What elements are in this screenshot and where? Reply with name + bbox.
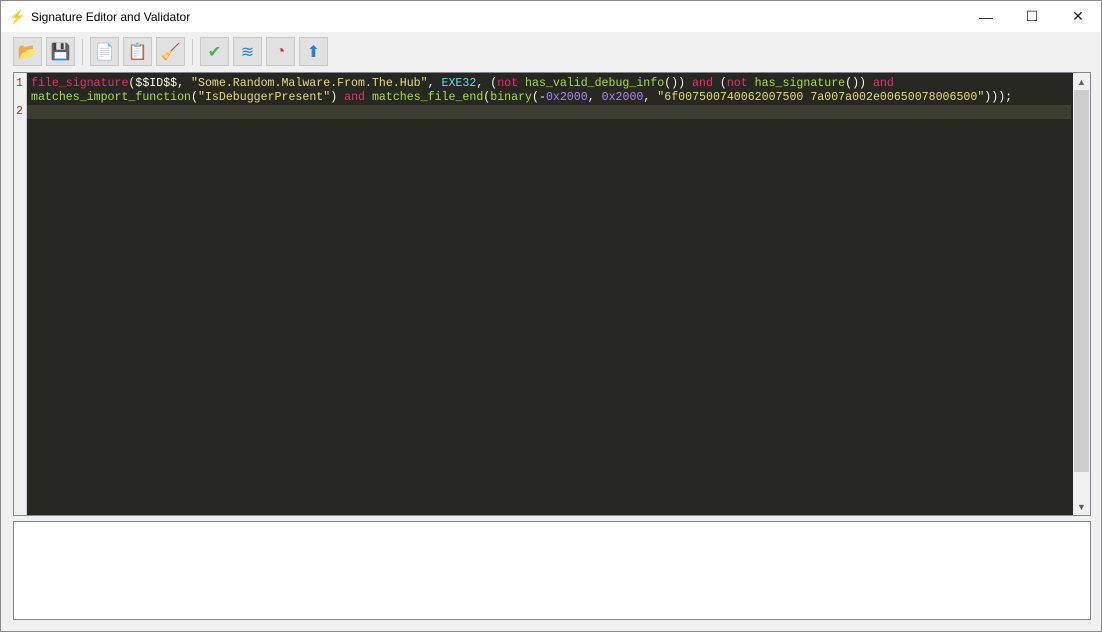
code-token: file_signature (31, 77, 129, 90)
copy-icon: 📄 (94, 43, 115, 61)
line-number: 2 (16, 105, 23, 118)
performance-button[interactable]: ◔ (266, 37, 295, 66)
validate-button[interactable]: ✔ (200, 37, 229, 66)
code-token: "6f007500740062007500 7a007a002e00650078… (657, 91, 985, 104)
code-token: , ( (476, 77, 498, 90)
code-token: not (497, 77, 519, 90)
open-folder-button[interactable]: 📂 (13, 37, 42, 66)
scroll-down-icon[interactable]: ▼ (1073, 498, 1090, 515)
code-token: ()) (664, 77, 693, 90)
open-folder-icon: 📂 (17, 43, 38, 61)
app-icon: ⚡ (9, 8, 26, 24)
code-token: not (726, 77, 748, 90)
save-button[interactable]: 💾 (46, 37, 75, 66)
code-token: ) (330, 91, 345, 104)
scrollbar-thumb[interactable] (1074, 90, 1089, 472)
maximize-button[interactable]: ☐ (1009, 1, 1055, 32)
minimize-button[interactable]: — (963, 1, 1009, 32)
code-line: matches_import_function("IsDebuggerPrese… (31, 91, 1012, 105)
code-token: (- (532, 91, 546, 104)
paste-button[interactable]: 📋 (123, 37, 152, 66)
code-token: 0x2000 (545, 91, 588, 104)
code-token: ($$ID$$, (128, 77, 192, 90)
code-token: and (692, 77, 713, 90)
layers-button[interactable]: ≋ (233, 37, 262, 66)
vertical-scrollbar[interactable]: ▲ ▼ (1073, 73, 1090, 515)
paste-icon: 📋 (127, 43, 148, 61)
code-text[interactable]: file_signature($$ID$$, "Some.Random.Malw… (31, 77, 1012, 105)
code-token: "Some.Random.Malware.From.The.Hub" (191, 77, 428, 90)
code-token: has_valid_debug_info (525, 77, 665, 90)
layers-icon: ≋ (240, 43, 255, 61)
toolbar-separator (82, 38, 83, 65)
code-token: has_signature (754, 77, 846, 90)
clear-broom-button[interactable]: 🧹 (156, 37, 185, 66)
performance-icon: ◔ (275, 42, 286, 60)
code-editor[interactable]: 1 2 file_signature($$ID$$, "Some.Random.… (13, 72, 1091, 516)
toolbar: 📂 💾 📄 📋 🧹 ✔ ≋ ◔ ⬆ (13, 37, 328, 66)
clear-broom-icon: 🧹 (160, 43, 181, 61)
current-line-highlight (27, 105, 1071, 119)
window-title: Signature Editor and Validator (31, 9, 191, 24)
code-token: , (427, 77, 442, 90)
code-token: ))); (984, 91, 1013, 104)
save-icon: 💾 (50, 43, 71, 61)
validate-icon: ✔ (207, 43, 222, 61)
code-token: 0x2000 (601, 91, 644, 104)
code-line: file_signature($$ID$$, "Some.Random.Malw… (31, 77, 1012, 91)
code-token: matches_file_end (371, 91, 484, 104)
code-token: , (643, 91, 658, 104)
close-button[interactable]: ✕ (1055, 1, 1101, 32)
code-token: and (872, 77, 894, 90)
code-token: ( (712, 77, 727, 90)
upload-icon: ⬆ (306, 43, 321, 61)
code-token: ( (191, 91, 198, 104)
line-number: 1 (16, 77, 23, 90)
code-token: ()) (845, 77, 873, 90)
code-token: , (587, 91, 602, 104)
toolbar-separator (192, 38, 193, 65)
code-token: matches_import_function (31, 91, 192, 104)
code-token: binary (490, 91, 533, 104)
output-panel[interactable] (13, 521, 1091, 620)
scroll-up-icon[interactable]: ▲ (1073, 73, 1090, 90)
upload-button[interactable]: ⬆ (299, 37, 328, 66)
code-token: "IsDebuggerPresent" (198, 91, 331, 104)
copy-button[interactable]: 📄 (90, 37, 119, 66)
code-token: EXE32 (441, 77, 477, 90)
line-number-gutter: 1 2 (14, 73, 27, 515)
code-token: and (344, 91, 365, 104)
title-bar: ⚡ Signature Editor and Validator — ☐ ✕ (1, 1, 1101, 32)
